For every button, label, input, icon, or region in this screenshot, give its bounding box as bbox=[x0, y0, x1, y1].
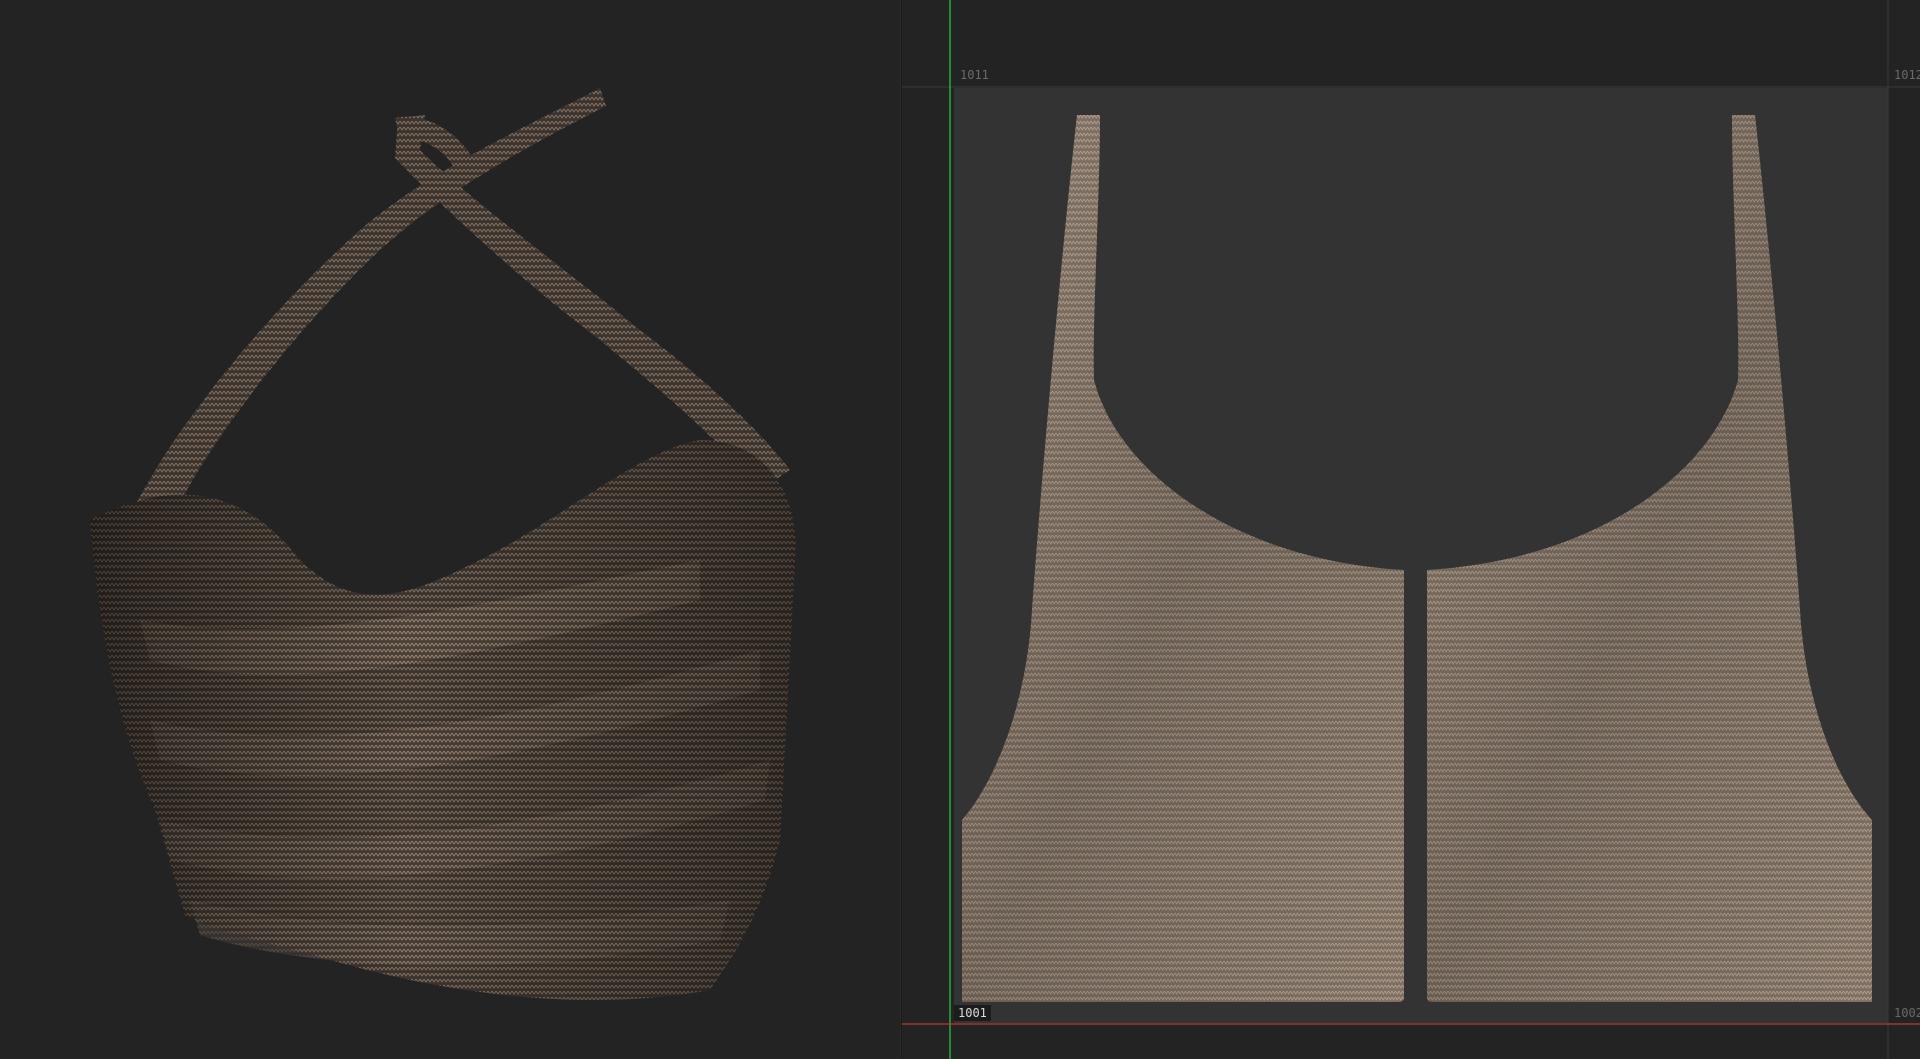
tile-label-1011: 1011 bbox=[960, 68, 989, 82]
tile-label-1002: 1002 bbox=[1894, 1006, 1920, 1020]
uv-editor-viewport[interactable]: 1011 1012 1001 1002 bbox=[902, 0, 1920, 1059]
garment-render[interactable] bbox=[0, 0, 900, 1059]
3d-viewport[interactable] bbox=[0, 0, 900, 1059]
uv-canvas[interactable] bbox=[902, 0, 1920, 1059]
tile-label-1001[interactable]: 1001 bbox=[954, 1005, 991, 1021]
tile-label-1012: 1012 bbox=[1894, 68, 1920, 82]
garment-body bbox=[90, 440, 796, 1000]
